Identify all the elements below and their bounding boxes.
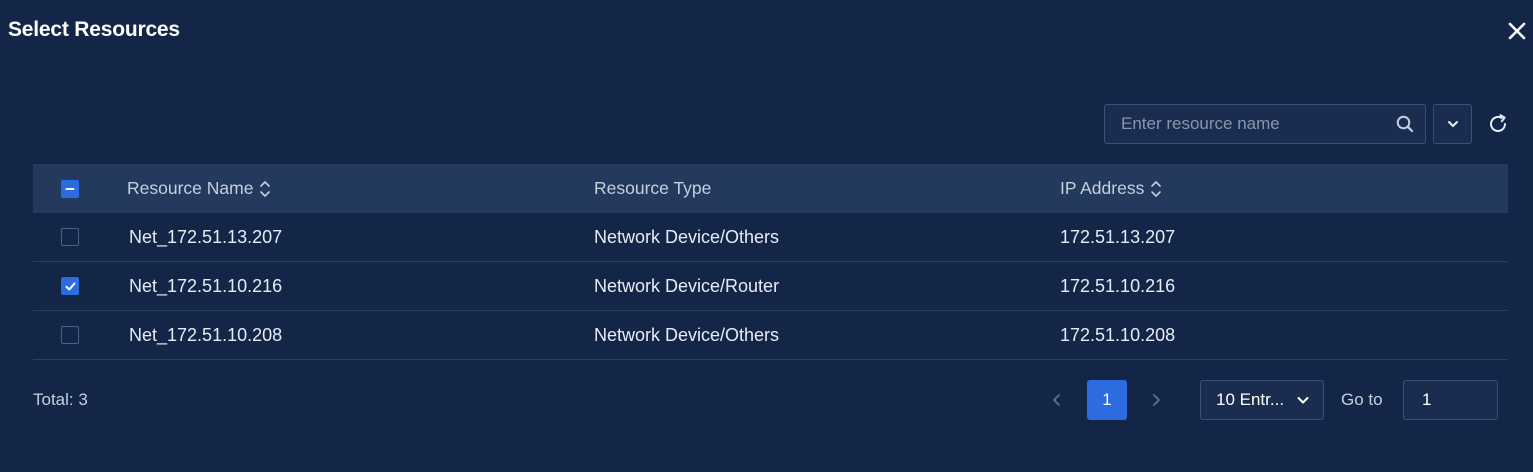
goto-label: Go to: [1341, 390, 1383, 409]
indeterminate-icon: [65, 187, 75, 190]
column-label: Resource Name: [127, 178, 254, 198]
column-label: Resource Type: [594, 178, 712, 198]
close-button[interactable]: [1505, 19, 1529, 43]
sort-icon[interactable]: [1150, 178, 1162, 200]
row-checkbox[interactable]: [61, 228, 79, 246]
resource-name: Net_172.51.10.208: [129, 324, 283, 345]
column-header-ip-address[interactable]: IP Address: [1060, 164, 1162, 213]
select-resources-dialog: Select Resources Enter resource name Res…: [0, 0, 1533, 472]
search-icon[interactable]: [1395, 114, 1415, 134]
row-checkbox-cell: [61, 262, 79, 310]
table-header: Resource Name Resource Type IP Address: [33, 164, 1508, 213]
goto-page-input[interactable]: [1403, 380, 1498, 420]
row-checkbox-cell: [61, 311, 79, 359]
pagination-bar: Total: 3 1 10 Entr... Go to: [0, 380, 1533, 420]
column-label: IP Address: [1060, 178, 1145, 198]
row-checkbox[interactable]: [61, 326, 79, 344]
resource-table: Resource Name Resource Type IP Address N…: [33, 164, 1508, 360]
select-all-checkbox[interactable]: [61, 179, 79, 198]
checkmark-icon: [65, 282, 75, 290]
table-row[interactable]: Net_172.51.10.208 Network Device/Others …: [33, 311, 1508, 360]
ip-address: 172.51.10.216: [1060, 275, 1176, 296]
ip-address: 172.51.13.207: [1060, 226, 1176, 247]
search-input[interactable]: [1105, 105, 1385, 143]
row-checkbox[interactable]: [61, 277, 79, 295]
resource-type: Network Device/Others: [594, 226, 780, 247]
resource-name: Net_172.51.13.207: [129, 226, 283, 247]
select-all-cell: [61, 164, 79, 213]
chevron-left-icon: [1053, 394, 1060, 406]
resource-name: Net_172.51.10.216: [129, 275, 283, 296]
chevron-right-icon: [1153, 394, 1160, 406]
dialog-title: Select Resources: [8, 18, 180, 41]
row-checkbox-cell: [61, 213, 79, 261]
page-size-select[interactable]: 10 Entr...: [1200, 380, 1324, 420]
prev-page-button[interactable]: [1046, 389, 1068, 411]
table-row[interactable]: Net_172.51.13.207 Network Device/Others …: [33, 213, 1508, 262]
resource-type: Network Device/Router: [594, 275, 780, 296]
column-header-resource-type: Resource Type: [594, 164, 711, 213]
sort-icon[interactable]: [259, 178, 271, 200]
total-count: Total: 3: [33, 390, 88, 409]
next-page-button[interactable]: [1145, 389, 1167, 411]
page-size-value: 10 Entr...: [1216, 390, 1285, 409]
close-icon: [1508, 22, 1526, 40]
chevron-down-icon: [1297, 397, 1309, 404]
ip-address: 172.51.10.208: [1060, 324, 1176, 345]
table-row[interactable]: Net_172.51.10.216 Network Device/Router …: [33, 262, 1508, 311]
page-number-button[interactable]: 1: [1087, 380, 1127, 420]
search-filter-dropdown-button[interactable]: [1433, 104, 1472, 144]
search-box: [1104, 104, 1426, 144]
column-header-resource-name[interactable]: Resource Name: [127, 164, 271, 213]
chevron-down-icon: [1447, 121, 1458, 127]
refresh-icon[interactable]: [1486, 112, 1510, 136]
resource-type: Network Device/Others: [594, 324, 780, 345]
